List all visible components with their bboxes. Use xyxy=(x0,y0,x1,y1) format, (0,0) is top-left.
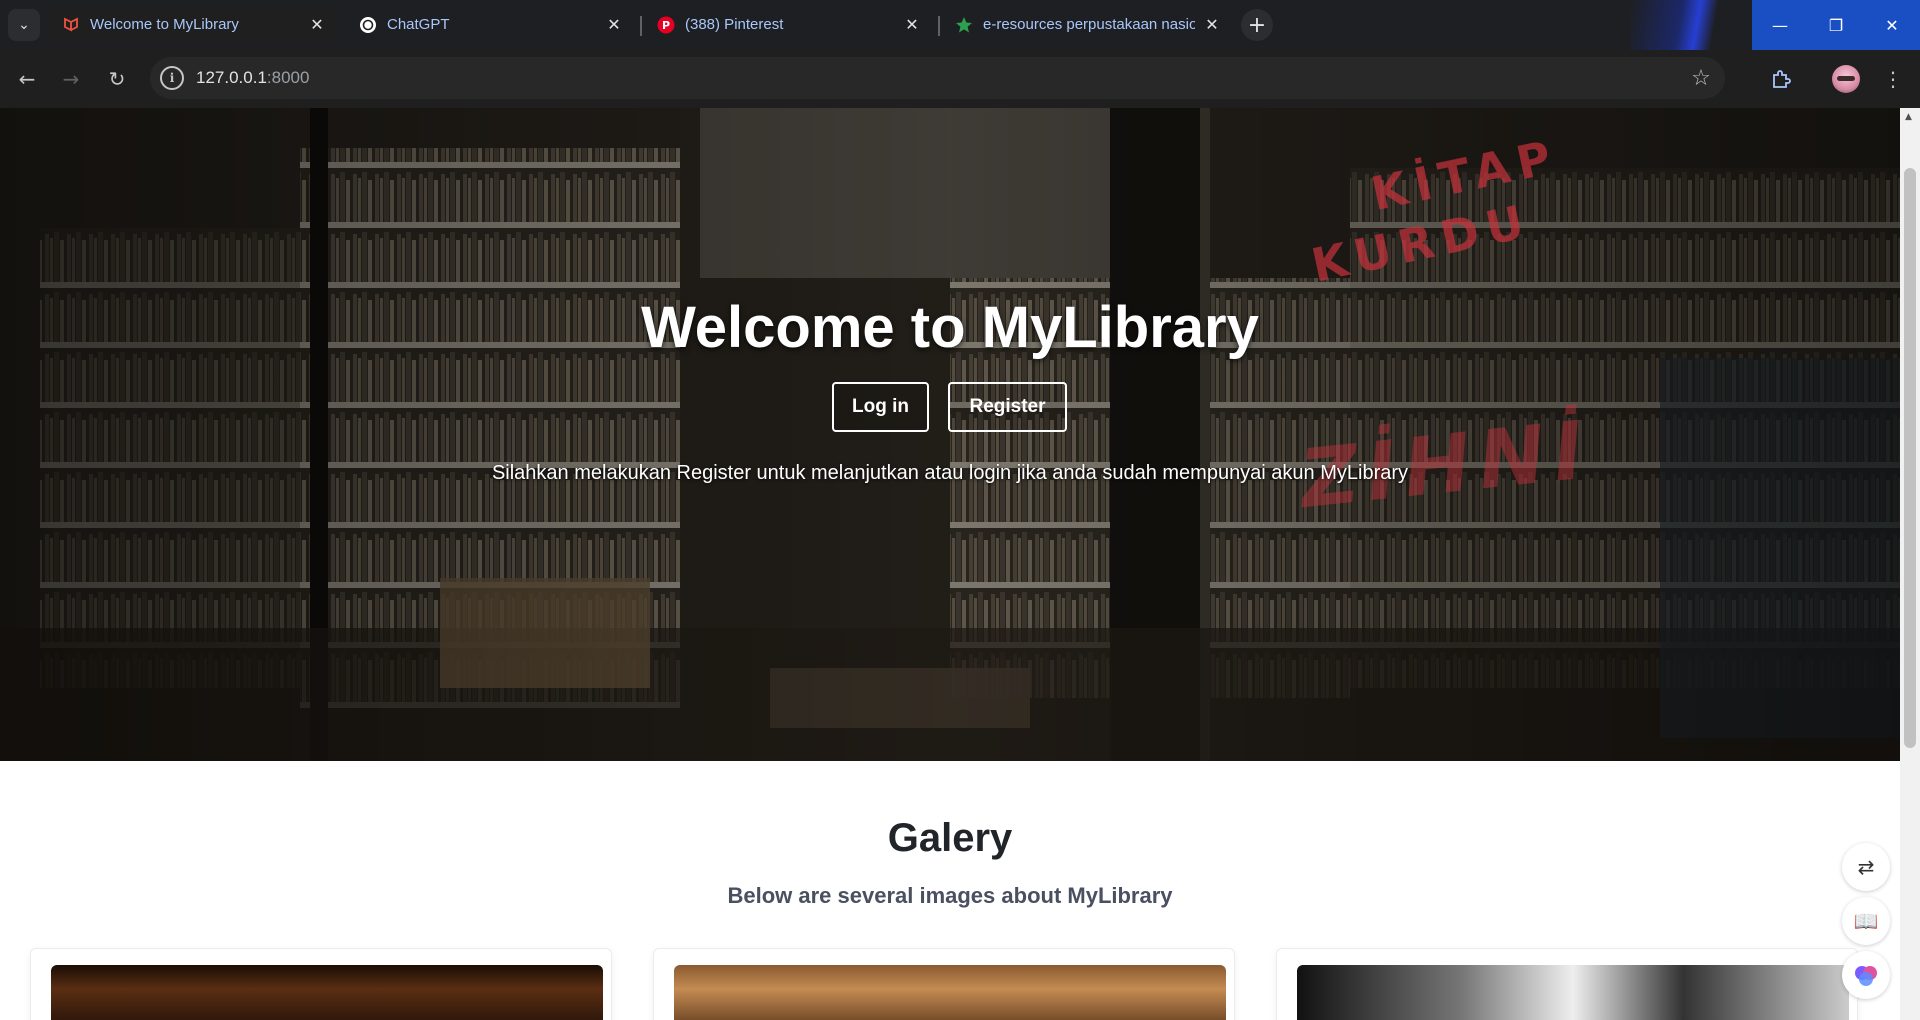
url-text[interactable]: 127.0.0.1:8000 xyxy=(196,68,309,88)
plus-icon: + xyxy=(1247,12,1267,38)
url-port: :8000 xyxy=(266,68,310,87)
page-scrollbar[interactable]: ▲ xyxy=(1900,108,1920,1020)
hero-background-image xyxy=(0,108,1900,761)
hero-title: Welcome to MyLibrary xyxy=(641,295,1259,360)
gallery-card[interactable] xyxy=(30,948,612,1020)
laravel-icon xyxy=(64,17,78,32)
register-button[interactable]: Register xyxy=(948,382,1067,432)
hero-subtitle: Silahkan melakukan Register untuk melanj… xyxy=(491,462,1409,484)
gallery-card[interactable] xyxy=(653,948,1235,1020)
login-button[interactable]: Log in xyxy=(832,382,929,432)
minimize-button[interactable]: — xyxy=(1752,0,1808,50)
tab-title: (388) Pinterest xyxy=(685,16,784,33)
gallery-card[interactable] xyxy=(1276,948,1858,1020)
tab-title: ChatGPT xyxy=(387,16,450,33)
tab-title: e-resources perpustakaan nasio xyxy=(983,16,1195,33)
tab-chatgpt[interactable]: ChatGPT ✕ xyxy=(345,6,635,44)
tab-title: Welcome to MyLibrary xyxy=(90,16,239,33)
gallery-image xyxy=(1297,965,1849,1020)
tab-separator xyxy=(938,16,940,36)
scrollbar-thumb[interactable] xyxy=(1904,168,1916,748)
star-favicon-icon xyxy=(956,17,972,33)
minimize-icon: — xyxy=(1772,15,1788,35)
brain-icon xyxy=(1855,966,1877,986)
translate-icon: ⇄ xyxy=(1857,855,1875,879)
chatgpt-icon xyxy=(360,17,376,33)
browser-tab-strip: ⌄ Welcome to MyLibrary ✕ ChatGPT ✕ P (38… xyxy=(0,0,1920,50)
info-icon[interactable]: i xyxy=(160,66,184,90)
bookmark-star-icon[interactable]: ☆ xyxy=(1687,64,1715,92)
book-open-icon: 📖 xyxy=(1853,909,1879,933)
hero-section: KİTAP KURDU ZİHNİ Welcome to MyLibrary L… xyxy=(0,108,1900,761)
reload-button[interactable]: ↻ xyxy=(100,62,134,96)
pinterest-icon: P xyxy=(657,16,675,34)
reading-mode-button[interactable]: 📖 xyxy=(1842,897,1890,945)
forward-button[interactable]: → xyxy=(54,62,88,96)
translate-button[interactable]: ⇄ xyxy=(1842,843,1890,891)
more-vertical-icon: ⋮ xyxy=(1883,67,1903,91)
tab-search-button[interactable]: ⌄ xyxy=(8,9,40,41)
menu-button[interactable]: ⋮ xyxy=(1876,62,1910,96)
new-tab-button[interactable]: + xyxy=(1241,9,1273,41)
close-icon[interactable]: ✕ xyxy=(306,14,328,36)
gallery-image xyxy=(51,965,603,1020)
ai-assistant-button[interactable] xyxy=(1842,951,1890,999)
reload-icon: ↻ xyxy=(108,67,126,91)
gallery-image xyxy=(674,965,1226,1020)
url-host: 127.0.0.1 xyxy=(196,68,267,87)
puzzle-icon xyxy=(1773,70,1791,88)
extensions-button[interactable] xyxy=(1764,62,1798,96)
scroll-up-icon[interactable]: ▲ xyxy=(1905,112,1912,122)
address-bar[interactable]: i 127.0.0.1:8000 ☆ xyxy=(150,57,1725,99)
chevron-down-icon: ⌄ xyxy=(18,17,30,33)
svg-text:P: P xyxy=(662,19,670,32)
gallery-title: Galery xyxy=(887,816,1013,860)
tab-separator xyxy=(640,16,642,36)
arrow-left-icon: ← xyxy=(18,67,36,91)
restore-button[interactable]: ❐ xyxy=(1808,0,1864,50)
close-icon[interactable]: ✕ xyxy=(1201,14,1223,36)
close-window-button[interactable]: ✕ xyxy=(1864,0,1920,50)
close-icon: ✕ xyxy=(1885,15,1899,35)
close-icon[interactable]: ✕ xyxy=(603,14,625,36)
tab-pinterest[interactable]: P (388) Pinterest ✕ xyxy=(643,6,933,44)
restore-icon: ❐ xyxy=(1828,15,1844,35)
close-icon[interactable]: ✕ xyxy=(901,14,923,36)
arrow-right-icon: → xyxy=(62,67,80,91)
page-content: KİTAP KURDU ZİHNİ Welcome to MyLibrary L… xyxy=(0,108,1900,1020)
profile-avatar[interactable] xyxy=(1832,65,1860,93)
tab-e-resources[interactable]: e-resources perpustakaan nasio ✕ xyxy=(941,6,1233,44)
browser-toolbar: ← → ↻ i 127.0.0.1:8000 ☆ ⋮ xyxy=(0,50,1920,108)
gallery-subtitle: Below are several images about MyLibrary xyxy=(727,883,1173,908)
back-button[interactable]: ← xyxy=(10,62,44,96)
tab-welcome-to-mylibrary[interactable]: Welcome to MyLibrary ✕ xyxy=(48,6,338,44)
tab-strip-background xyxy=(1630,0,1740,50)
